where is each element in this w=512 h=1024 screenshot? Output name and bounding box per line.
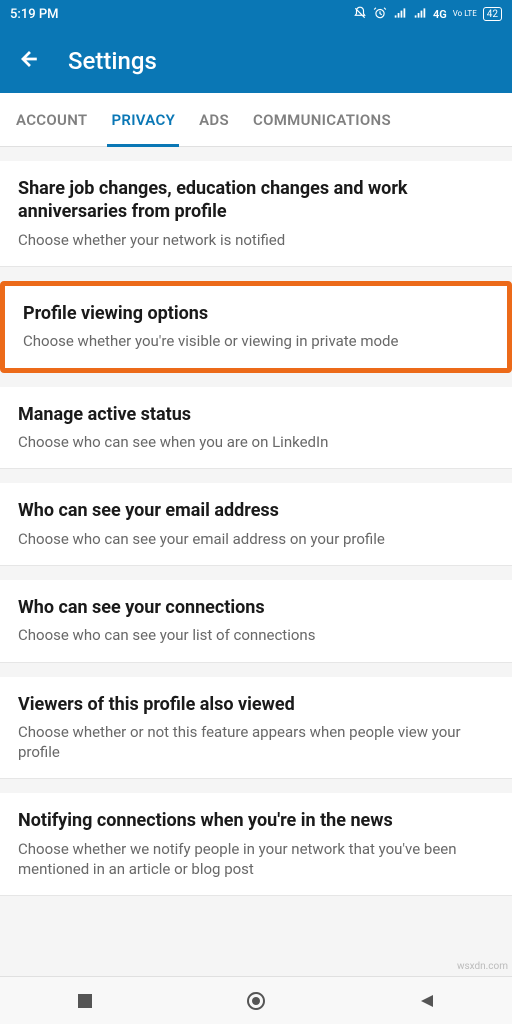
watermark: wsxdn.com bbox=[457, 961, 508, 972]
setting-title: Profile viewing options bbox=[23, 302, 489, 325]
setting-title: Share job changes, education changes and… bbox=[18, 177, 494, 224]
setting-title: Who can see your email address bbox=[18, 499, 494, 522]
setting-profile-viewing-options[interactable]: Profile viewing options Choose whether y… bbox=[5, 286, 507, 368]
setting-subtitle: Choose whether your network is notified bbox=[18, 230, 494, 250]
setting-subtitle: Choose who can see when you are on Linke… bbox=[18, 432, 494, 452]
tab-privacy[interactable]: PRIVACY bbox=[111, 93, 175, 146]
signal-icon bbox=[393, 6, 407, 23]
setting-subtitle: Choose whether or not this feature appea… bbox=[18, 722, 494, 763]
settings-list[interactable]: Share job changes, education changes and… bbox=[0, 147, 512, 976]
setting-notify-news[interactable]: Notifying connections when you're in the… bbox=[0, 793, 512, 896]
setting-title: Viewers of this profile also viewed bbox=[18, 693, 494, 716]
tab-account[interactable]: ACCOUNT bbox=[16, 93, 87, 146]
setting-viewers-also-viewed[interactable]: Viewers of this profile also viewed Choo… bbox=[0, 677, 512, 780]
highlight-annotation: Profile viewing options Choose whether y… bbox=[0, 281, 512, 373]
back-icon[interactable] bbox=[18, 48, 40, 74]
alarm-icon bbox=[373, 6, 387, 23]
setting-connections-visibility[interactable]: Who can see your connections Choose who … bbox=[0, 580, 512, 663]
tab-ads[interactable]: ADS bbox=[199, 93, 229, 146]
setting-title: Notifying connections when you're in the… bbox=[18, 809, 494, 832]
network-type: 4G bbox=[433, 8, 447, 21]
battery-indicator: 42 bbox=[483, 7, 502, 21]
setting-title: Manage active status bbox=[18, 403, 494, 426]
setting-share-job-changes[interactable]: Share job changes, education changes and… bbox=[0, 161, 512, 267]
setting-subtitle: Choose whether we notify people in your … bbox=[18, 839, 494, 880]
setting-title: Who can see your connections bbox=[18, 596, 494, 619]
status-bar: 5:19 PM 4G Vo LTE 42 bbox=[0, 0, 512, 28]
setting-subtitle: Choose who can see your email address on… bbox=[18, 529, 494, 549]
setting-subtitle: Choose whether you're visible or viewing… bbox=[23, 331, 489, 351]
app-bar: Settings bbox=[0, 28, 512, 93]
status-time: 5:19 PM bbox=[10, 7, 59, 22]
status-indicators: 4G Vo LTE 42 bbox=[353, 6, 502, 23]
page-title: Settings bbox=[68, 47, 157, 75]
recent-apps-button[interactable] bbox=[75, 991, 95, 1011]
setting-manage-active-status[interactable]: Manage active status Choose who can see … bbox=[0, 387, 512, 470]
back-button[interactable] bbox=[417, 991, 437, 1011]
setting-subtitle: Choose who can see your list of connecti… bbox=[18, 625, 494, 645]
setting-email-visibility[interactable]: Who can see your email address Choose wh… bbox=[0, 483, 512, 566]
settings-tabs: ACCOUNT PRIVACY ADS COMMUNICATIONS bbox=[0, 93, 512, 147]
home-button[interactable] bbox=[246, 991, 266, 1011]
signal-icon-2 bbox=[413, 6, 427, 23]
volte-indicator: Vo LTE bbox=[453, 10, 477, 18]
notification-off-icon bbox=[353, 6, 367, 23]
android-nav-bar bbox=[0, 976, 512, 1024]
tab-communications[interactable]: COMMUNICATIONS bbox=[253, 93, 391, 146]
